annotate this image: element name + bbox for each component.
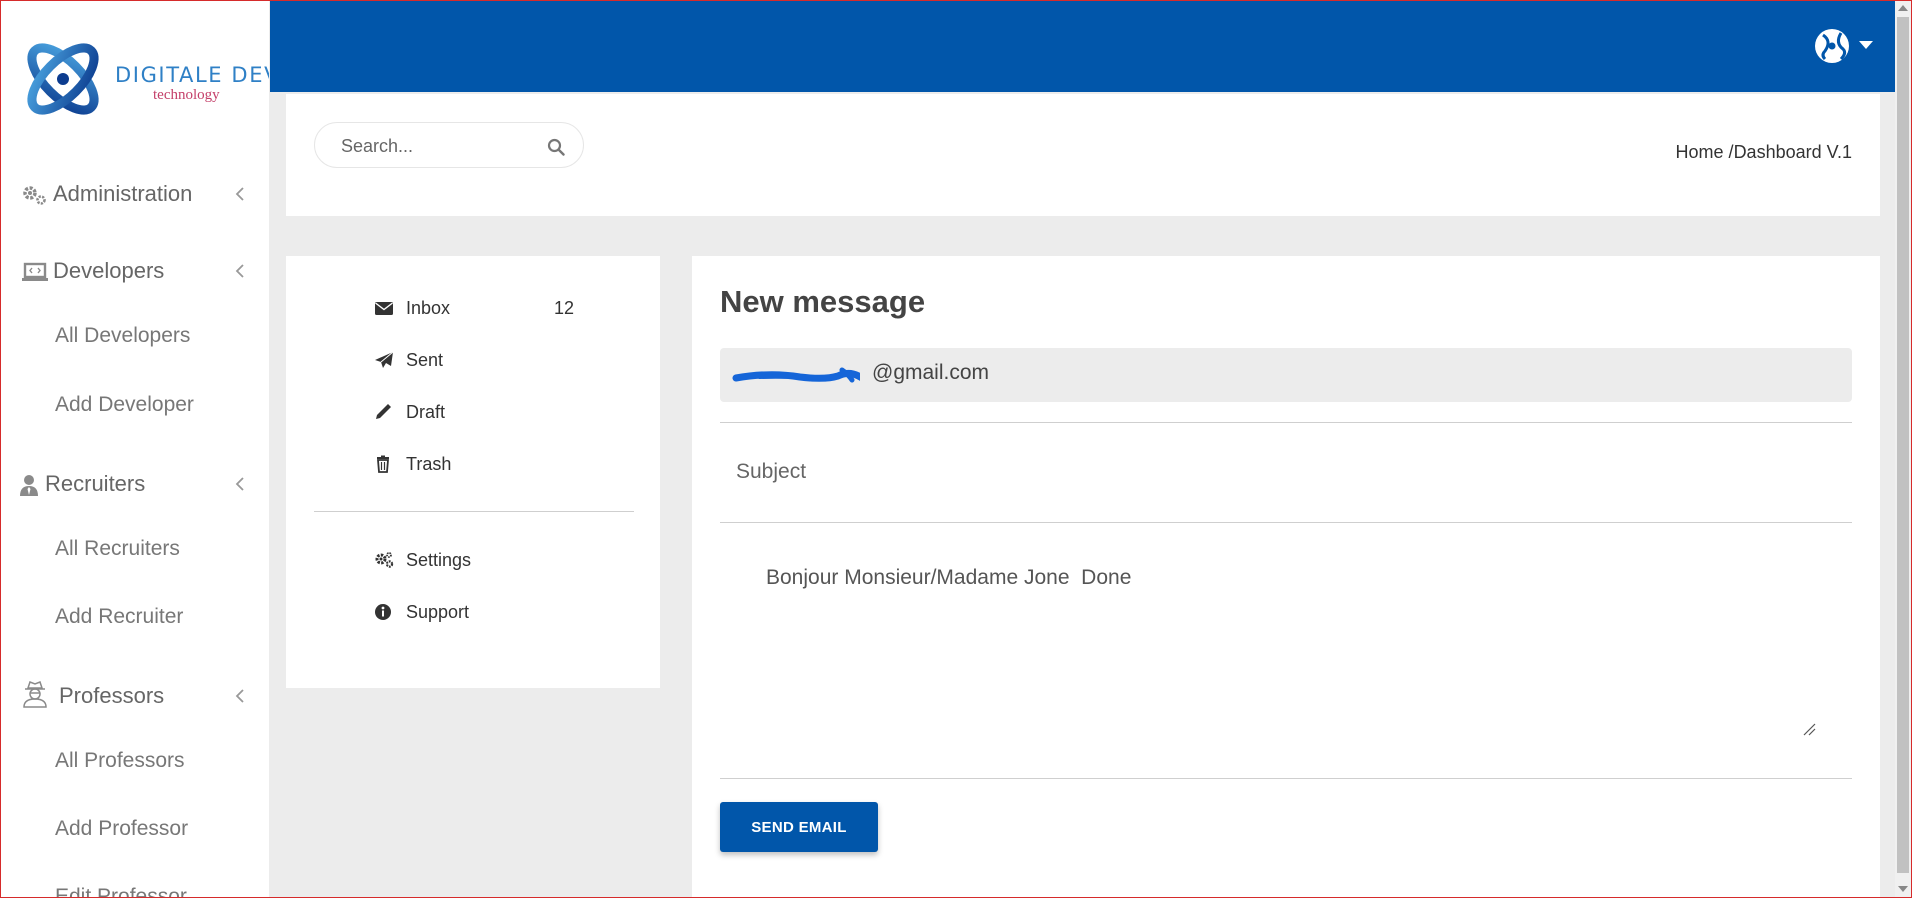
sidebar-subitem-add-recruiter[interactable]: Add Recruiter xyxy=(55,605,183,629)
laptop-code-icon xyxy=(22,262,48,281)
mail-folders-card: Inbox 12 Sent Draft Trash Settings Suppo… xyxy=(286,256,660,688)
chevron-left-icon xyxy=(235,187,244,201)
menu-support[interactable]: Support xyxy=(374,596,614,628)
brand-subtitle: technology xyxy=(153,87,220,103)
sidebar-item-label: Recruiters xyxy=(45,471,146,496)
subject-input[interactable] xyxy=(720,442,1852,502)
breadcrumb-separator: / xyxy=(1723,142,1734,162)
redaction-scribble xyxy=(732,367,860,383)
sidebar-item-administration[interactable]: Administration xyxy=(1,172,269,216)
page-scrollbar[interactable] xyxy=(1895,1,1911,897)
scrollbar-thumb[interactable] xyxy=(1897,17,1909,873)
sidebar-subitem-edit-professor[interactable]: Edit Professor xyxy=(55,885,187,897)
user-tie-icon xyxy=(20,475,38,496)
folder-label: Trash xyxy=(406,453,452,474)
breadcrumb-home-link[interactable]: Home xyxy=(1676,142,1724,162)
resize-grip-icon[interactable] xyxy=(1802,722,1816,736)
compose-title: New message xyxy=(720,284,926,319)
top-navbar xyxy=(270,1,1895,92)
folder-label: Sent xyxy=(406,349,444,370)
menu-settings[interactable]: Settings xyxy=(374,544,614,576)
sidebar-subitem-add-developer[interactable]: Add Developer xyxy=(55,393,194,417)
compose-message-card: New message @gmail.com Bonjour Monsieur/… xyxy=(692,256,1880,898)
sidebar-subitem-add-professor[interactable]: Add Professor xyxy=(55,817,188,841)
folders-divider xyxy=(314,511,634,512)
send-email-button[interactable]: SEND EMAIL xyxy=(720,802,878,852)
folder-label: Draft xyxy=(406,401,446,422)
sidebar-item-label: Professors xyxy=(59,683,165,708)
menu-label: Settings xyxy=(406,549,472,570)
chevron-left-icon xyxy=(235,689,244,703)
scroll-down-arrow-icon[interactable] xyxy=(1898,886,1908,892)
search-box xyxy=(314,122,584,168)
field-divider xyxy=(720,778,1852,779)
field-divider xyxy=(720,522,1852,523)
logo-mark-icon xyxy=(27,43,99,115)
scroll-up-arrow-icon[interactable] xyxy=(1898,5,1908,11)
trash-icon xyxy=(377,455,389,473)
sidebar-item-professors[interactable]: Professors xyxy=(1,674,269,718)
user-avatar-icon xyxy=(1815,29,1849,63)
gears-icon xyxy=(375,552,394,568)
breadcrumb-current: Dashboard V.1 xyxy=(1733,142,1852,162)
sidebar-item-label: Developers xyxy=(53,258,165,283)
folder-trash[interactable]: Trash xyxy=(374,448,614,480)
search-input[interactable] xyxy=(341,133,541,159)
sidebar: DIGITALE DEV technology Administration D… xyxy=(1,1,269,897)
paper-plane-icon xyxy=(375,351,394,368)
user-menu-dropdown[interactable] xyxy=(1813,27,1883,67)
envelope-icon xyxy=(375,302,393,315)
page-header-card: Home /Dashboard V.1 xyxy=(286,94,1880,216)
folder-inbox[interactable]: Inbox 12 xyxy=(374,292,614,324)
user-secret-icon xyxy=(23,681,47,708)
message-body-textarea[interactable]: Bonjour Monsieur/Madame Jone Done xyxy=(720,546,1852,736)
sidebar-item-recruiters[interactable]: Recruiters xyxy=(1,462,269,506)
breadcrumb: Home /Dashboard V.1 xyxy=(1676,142,1852,163)
chevron-left-icon xyxy=(235,477,244,491)
sidebar-subitem-all-professors[interactable]: All Professors xyxy=(55,749,185,773)
brand-title: DIGITALE DEV xyxy=(115,63,269,87)
sidebar-subitem-all-developers[interactable]: All Developers xyxy=(55,324,190,348)
caret-down-icon xyxy=(1859,41,1873,49)
sidebar-subitem-all-recruiters[interactable]: All Recruiters xyxy=(55,537,180,561)
pencil-icon xyxy=(376,404,391,419)
sidebar-item-developers[interactable]: Developers xyxy=(1,249,269,293)
gears-icon xyxy=(23,186,46,205)
search-icon[interactable] xyxy=(547,138,565,156)
inbox-count-badge: 12 xyxy=(553,297,574,318)
folder-label: Inbox xyxy=(406,297,451,318)
folder-sent[interactable]: Sent xyxy=(374,344,614,376)
chevron-left-icon xyxy=(235,264,244,278)
sidebar-item-label: Administration xyxy=(53,181,193,206)
menu-label: Support xyxy=(406,601,470,622)
info-circle-icon xyxy=(375,604,391,620)
recipient-field[interactable]: @gmail.com xyxy=(720,348,1852,402)
field-divider xyxy=(720,422,1852,423)
folder-draft[interactable]: Draft xyxy=(374,396,614,428)
brand-logo[interactable]: DIGITALE DEV technology xyxy=(17,33,269,129)
